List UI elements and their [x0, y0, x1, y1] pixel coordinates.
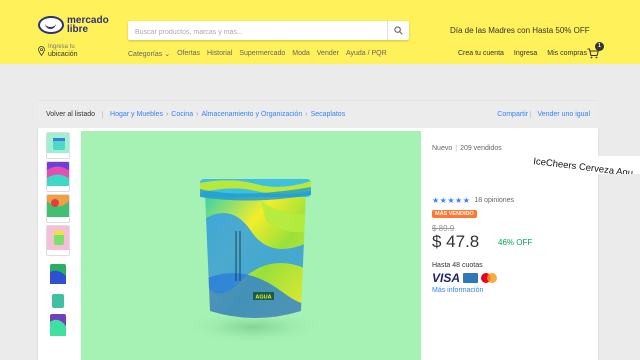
- nav-ofertas[interactable]: Ofertas: [177, 50, 200, 58]
- breadcrumb-hogar[interactable]: Hogar y Muebles: [110, 111, 163, 118]
- installments-text: Hasta 48 cuotas: [432, 262, 483, 269]
- condition-label: Nuevo: [432, 145, 453, 152]
- product-title: IceCheers Cerveza Agu: [532, 156, 634, 174]
- nav-historial[interactable]: Historial: [207, 50, 232, 58]
- main-nav: Categorías ⌄ Ofertas Historial Supermerc…: [128, 50, 387, 58]
- star-rating-icon: ★★★★★: [432, 196, 471, 205]
- payment-methods: VISA: [432, 271, 498, 285]
- thumbnail-2[interactable]: [46, 161, 70, 192]
- product-card: AGUA Nuevo | 209 vendidos ★★★★★ 18 opinion…: [38, 128, 598, 360]
- breadcrumb-separator: ›: [196, 111, 199, 118]
- search-input[interactable]: [128, 23, 378, 42]
- breadcrumb-cocina[interactable]: Cocina: [171, 111, 193, 118]
- sell-similar-link[interactable]: Vender uno igual: [530, 111, 590, 118]
- review-count: 18 opiniones: [474, 197, 515, 204]
- more-info-link[interactable]: Más información: [432, 287, 483, 294]
- product-image[interactable]: AGUA: [81, 131, 421, 360]
- user-menu: Crea tu cuenta Ingresa Mis compras: [458, 50, 587, 57]
- current-price: $ 47.8: [432, 232, 480, 251]
- my-purchases-link[interactable]: Mis compras: [547, 50, 587, 57]
- thumbnail-3[interactable]: [46, 194, 70, 223]
- discount-percent: 46% OFF: [498, 238, 533, 247]
- location-selector[interactable]: Ingresa tu ubicación: [38, 44, 78, 58]
- breadcrumb-separator: ›: [305, 111, 308, 118]
- nav-vender[interactable]: Vender: [317, 50, 339, 58]
- package-label: AGUA: [255, 295, 271, 301]
- handshake-icon: [38, 16, 64, 34]
- nav-categorias[interactable]: Categorías ⌄: [128, 50, 170, 58]
- location-label: Ingresa tu: [48, 44, 75, 50]
- product-title-area: IceCheers Cerveza Agu: [532, 156, 640, 174]
- breadcrumb: Volver al listado Hogar y Muebles › Coci…: [38, 100, 598, 128]
- header: mercado libre Día de las Madres con Hast…: [0, 0, 640, 64]
- cart-button[interactable]: 1: [587, 42, 604, 59]
- nav-moda[interactable]: Moda: [292, 50, 310, 58]
- location-pin-icon: [38, 46, 45, 56]
- search-button[interactable]: [387, 21, 409, 40]
- nav-supermercado[interactable]: Supermercado: [239, 50, 285, 58]
- breadcrumb-almacenamiento[interactable]: Almacenamiento y Organización: [201, 111, 302, 118]
- share-link[interactable]: Compartir: [497, 111, 528, 118]
- location-value: ubicación: [48, 51, 78, 58]
- thumbnail-6[interactable]: [46, 292, 70, 345]
- mercadolibre-logo[interactable]: mercado libre: [38, 15, 109, 35]
- breadcrumb-separator: ›: [165, 111, 169, 118]
- ice-cream-tub-image: AGUA: [177, 179, 329, 345]
- search-bar: [128, 21, 409, 42]
- breadcrumb-secaplatos[interactable]: Secaplatos: [311, 111, 346, 118]
- best-seller-badge: MÁS VENDIDO: [432, 210, 477, 218]
- promo-banner[interactable]: Día de las Madres con Hasta 50% OFF: [450, 26, 590, 35]
- login-link[interactable]: Ingresa: [514, 50, 537, 57]
- mastercard-icon: [481, 273, 498, 283]
- thumbnail-4[interactable]: [46, 225, 70, 256]
- thumbnail-5[interactable]: [46, 258, 70, 290]
- nav-ayuda[interactable]: Ayuda / PQR: [346, 50, 387, 58]
- visa-icon: VISA: [432, 271, 461, 285]
- rating[interactable]: ★★★★★ 18 opiniones: [432, 196, 514, 205]
- back-to-list-link[interactable]: Volver al listado: [46, 111, 104, 118]
- thumbnail-1[interactable]: [46, 132, 70, 159]
- sold-count: 209 vendidos: [460, 145, 502, 152]
- create-account-link[interactable]: Crea tu cuenta: [458, 50, 504, 57]
- amex-icon: [463, 273, 479, 283]
- chevron-down-icon: ⌄: [164, 51, 171, 58]
- condition-sold: Nuevo | 209 vendidos: [432, 145, 502, 152]
- cart-count-badge: 1: [595, 42, 604, 51]
- logo-text: mercado libre: [67, 15, 109, 35]
- search-icon: [394, 26, 403, 35]
- thumbnail-list: [46, 132, 72, 347]
